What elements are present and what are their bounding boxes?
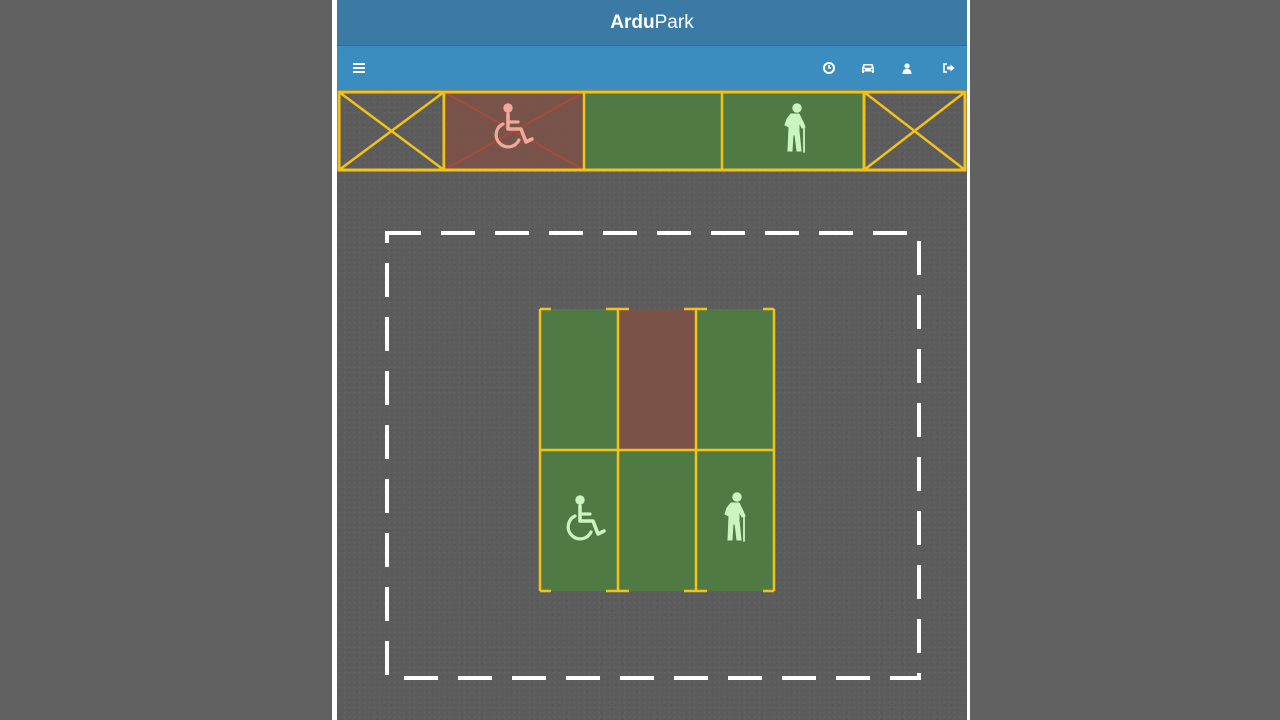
center-spot-r1c2-occupied[interactable]	[618, 309, 696, 450]
spot-occupied-accessible[interactable]	[443, 91, 585, 171]
menu-button[interactable]	[337, 46, 381, 90]
app-title-bold: Ardu	[610, 11, 655, 33]
app-title-rest: Park	[654, 11, 694, 33]
spot-free-elderly[interactable]	[722, 92, 864, 170]
logout-button[interactable]	[927, 46, 967, 90]
top-row-spots	[337, 90, 967, 172]
spot-blocked-right[interactable]	[862, 90, 967, 172]
history-button[interactable]	[807, 46, 851, 90]
user-icon	[902, 62, 912, 74]
bars-icon	[353, 63, 365, 73]
center-parking-block	[538, 307, 776, 593]
profile-button[interactable]	[885, 46, 929, 90]
center-spot-r1c1[interactable]	[540, 309, 618, 450]
navbar	[337, 46, 967, 90]
parking-lot-svg	[337, 90, 967, 680]
app-viewport: ArduPark	[337, 0, 967, 720]
app-frame: ArduPark	[332, 0, 970, 720]
app-title-bar: ArduPark	[337, 0, 967, 46]
clock-icon	[823, 62, 835, 74]
car-icon	[862, 63, 874, 73]
app-title: ArduPark	[610, 12, 693, 34]
sign-out-icon	[943, 63, 955, 73]
parking-button[interactable]	[846, 46, 890, 90]
parking-lot-map	[337, 90, 967, 720]
spot-blocked-left[interactable]	[337, 90, 446, 172]
center-spot-r2c2[interactable]	[618, 450, 696, 591]
spot-free[interactable]	[584, 92, 722, 170]
center-spot-r1c3[interactable]	[696, 309, 774, 450]
